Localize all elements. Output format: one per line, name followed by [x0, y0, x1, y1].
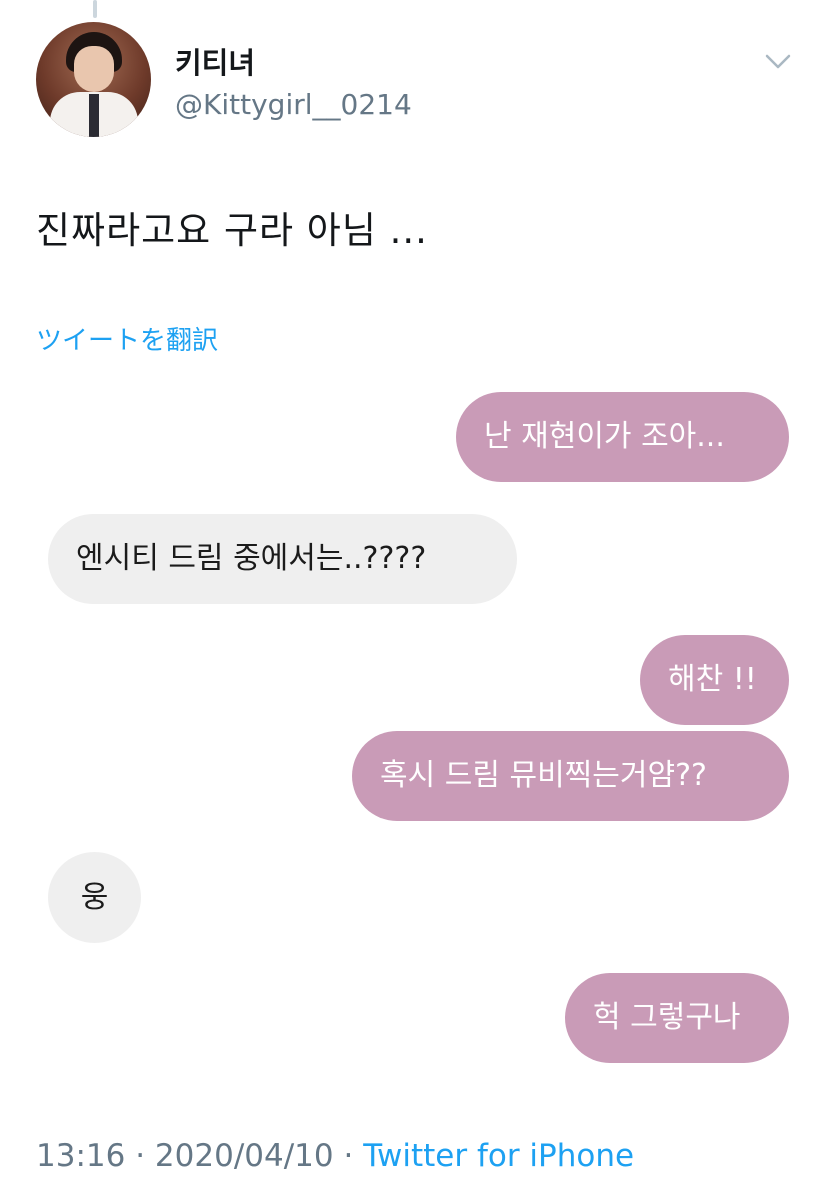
tweet-detail: 키티녀 @Kittygirl__0214 진짜라고요 구라 아님 ... ツイー… [0, 0, 823, 1200]
display-name[interactable]: 키티녀 [175, 40, 255, 82]
tweet-footer: 13:16 · 2020/04/10 · Twitter for iPhone [36, 1138, 634, 1174]
chat-bubble-received: 웅 [48, 852, 141, 943]
tweet-date[interactable]: 2020/04/10 [155, 1138, 334, 1174]
tweet-source-link[interactable]: Twitter for iPhone [363, 1138, 634, 1174]
separator: · [343, 1138, 354, 1174]
chat-bubble-sent: 혹시 드림 뮤비찍는거얌?? [352, 731, 789, 821]
chevron-down-icon[interactable] [763, 50, 793, 72]
thread-connector-line [93, 0, 97, 18]
chat-bubble-received: 엔시티 드림 중에서는..???? [48, 514, 517, 604]
tweet-time[interactable]: 13:16 [36, 1138, 125, 1174]
chat-bubble-sent: 헉 그렇구나 [565, 973, 789, 1063]
chat-bubble-sent: 해찬 !! [640, 635, 789, 725]
translate-tweet-link[interactable]: ツイートを翻訳 [36, 320, 218, 357]
tweet-text: 진짜라고요 구라 아님 ... [36, 209, 428, 252]
avatar[interactable] [36, 22, 151, 137]
separator: · [135, 1138, 146, 1174]
user-handle[interactable]: @Kittygirl__0214 [175, 88, 412, 121]
chat-bubble-sent: 난 재현이가 조아... [456, 392, 789, 482]
